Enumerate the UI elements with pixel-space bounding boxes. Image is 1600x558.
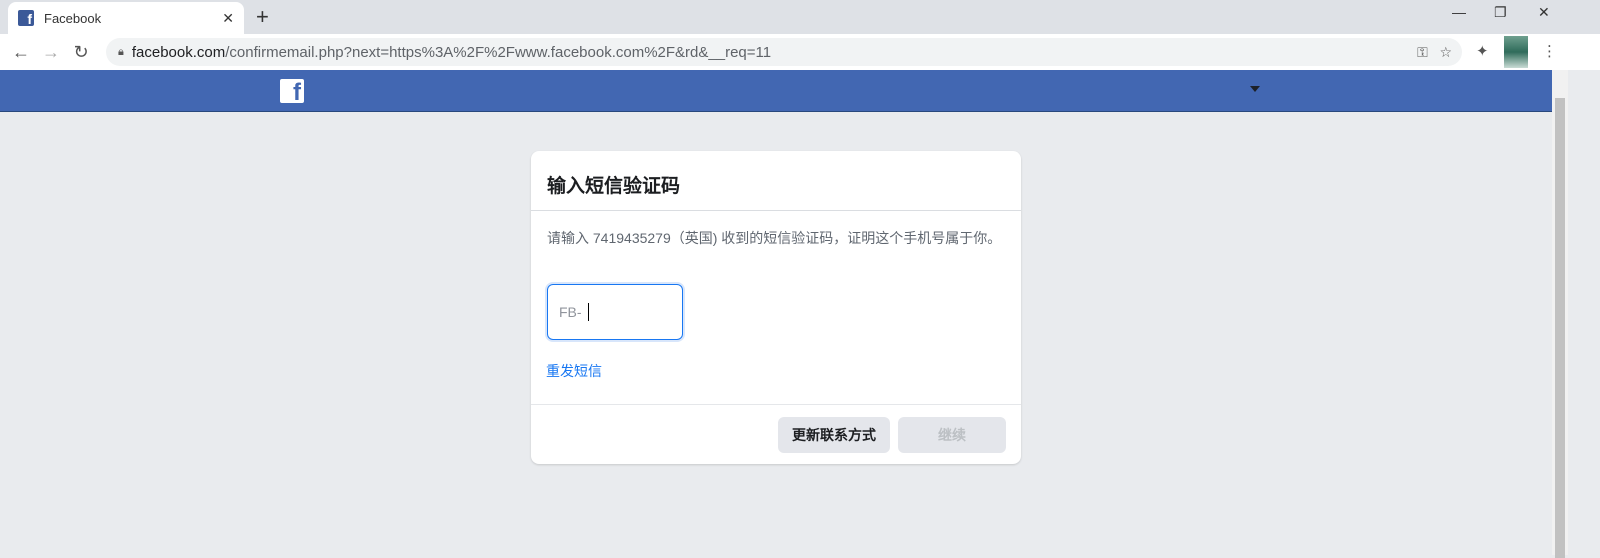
continue-button[interactable]: 继续 — [898, 417, 1006, 453]
close-window-icon[interactable]: ✕ — [1538, 4, 1550, 21]
dialog-description: 请输入 7419435279（英国) 收到的短信验证码，证明这个手机号属于你。 — [547, 230, 1002, 246]
forward-icon[interactable]: → — [36, 42, 66, 63]
text-cursor — [587, 303, 589, 321]
divider — [531, 210, 1021, 211]
scrollbar[interactable] — [1552, 70, 1568, 558]
url-path: /confirmemail.php?next=https%3A%2F%2Fwww… — [225, 43, 772, 61]
extensions-icon[interactable]: ✦ — [1476, 42, 1489, 60]
restore-icon[interactable]: ❐ — [1494, 4, 1507, 21]
close-tab-icon[interactable]: ✕ — [222, 10, 234, 27]
browser-tab[interactable]: f Facebook ✕ — [8, 2, 244, 34]
facebook-logo-icon[interactable]: f — [280, 79, 304, 103]
resend-sms-link[interactable]: 重发短信 — [546, 361, 602, 381]
reload-icon[interactable]: ↻ — [66, 42, 96, 63]
minimize-icon[interactable]: — — [1452, 4, 1466, 20]
code-prefix: FB- — [559, 304, 582, 320]
sms-verification-dialog: 输入短信验证码 请输入 7419435279（英国) 收到的短信验证码，证明这个… — [531, 151, 1021, 464]
tab-title: Facebook — [44, 10, 102, 26]
browser-toolbar: ← → ↻ 🔒︎ facebook.com/confirmemail.php?n… — [0, 34, 1600, 70]
facebook-header: f — [0, 70, 1552, 112]
menu-icon[interactable]: ⋮ — [1542, 42, 1557, 60]
key-and-star-icons[interactable]: ⚿ ☆ — [1417, 44, 1452, 61]
tab-strip: f Facebook ✕ + — ❐ ✕ — [0, 0, 1600, 34]
update-contact-button[interactable]: 更新联系方式 — [778, 417, 890, 453]
account-menu-caret-icon[interactable] — [1250, 86, 1260, 92]
back-icon[interactable]: ← — [6, 42, 36, 63]
code-input[interactable]: FB- — [547, 284, 683, 340]
new-tab-icon[interactable]: + — [256, 4, 269, 30]
scrollbar-thumb[interactable] — [1555, 98, 1565, 558]
divider — [531, 404, 1021, 405]
facebook-favicon-icon: f — [18, 10, 34, 27]
profile-avatar[interactable] — [1504, 36, 1528, 68]
url-host: facebook.com — [131, 43, 226, 61]
dialog-title: 输入短信验证码 — [547, 176, 681, 197]
lock-icon: 🔒︎ — [118, 45, 124, 58]
address-bar[interactable]: 🔒︎ facebook.com/confirmemail.php?next=ht… — [106, 38, 1462, 66]
